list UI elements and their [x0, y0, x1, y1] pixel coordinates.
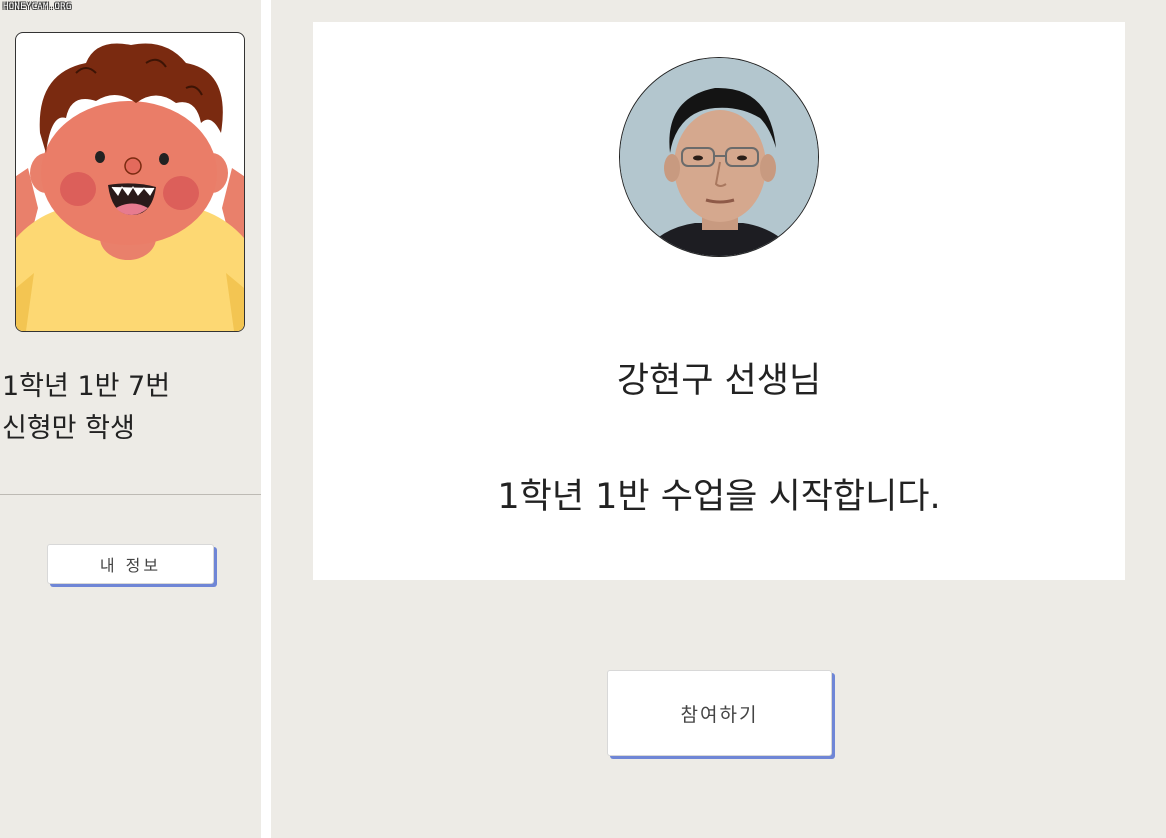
student-name: 신형만 학생 [2, 413, 135, 444]
join-button[interactable]: 참여하기 [607, 670, 832, 756]
class-start-message: 1학년 1반 수업을 시작합니다. [497, 477, 941, 517]
student-avatar [15, 32, 245, 332]
cartoon-boy-avatar-icon [16, 43, 244, 331]
watermark: HONEYCAM.ORG [3, 2, 72, 12]
sidebar-gutter [261, 0, 271, 838]
sidebar-divider [0, 494, 261, 495]
student-class: 1학년 1반 7번 [2, 371, 171, 402]
teacher-name: 강현구 선생님 [616, 361, 822, 401]
class-start-card: 강현구 선생님 1학년 1반 수업을 시작합니다. [313, 22, 1125, 580]
app-root: HONEYCAM.ORG 1학년 1반 7번 신형만 학생 내 정보 강현구 선… [0, 0, 1166, 838]
teacher-photo [619, 57, 819, 257]
teacher-portrait-icon [620, 58, 818, 256]
my-info-button[interactable]: 내 정보 [47, 544, 214, 584]
student-info: 1학년 1반 7번 신형만 학생 [2, 366, 170, 450]
sidebar: 1학년 1반 7번 신형만 학생 내 정보 [0, 0, 261, 838]
